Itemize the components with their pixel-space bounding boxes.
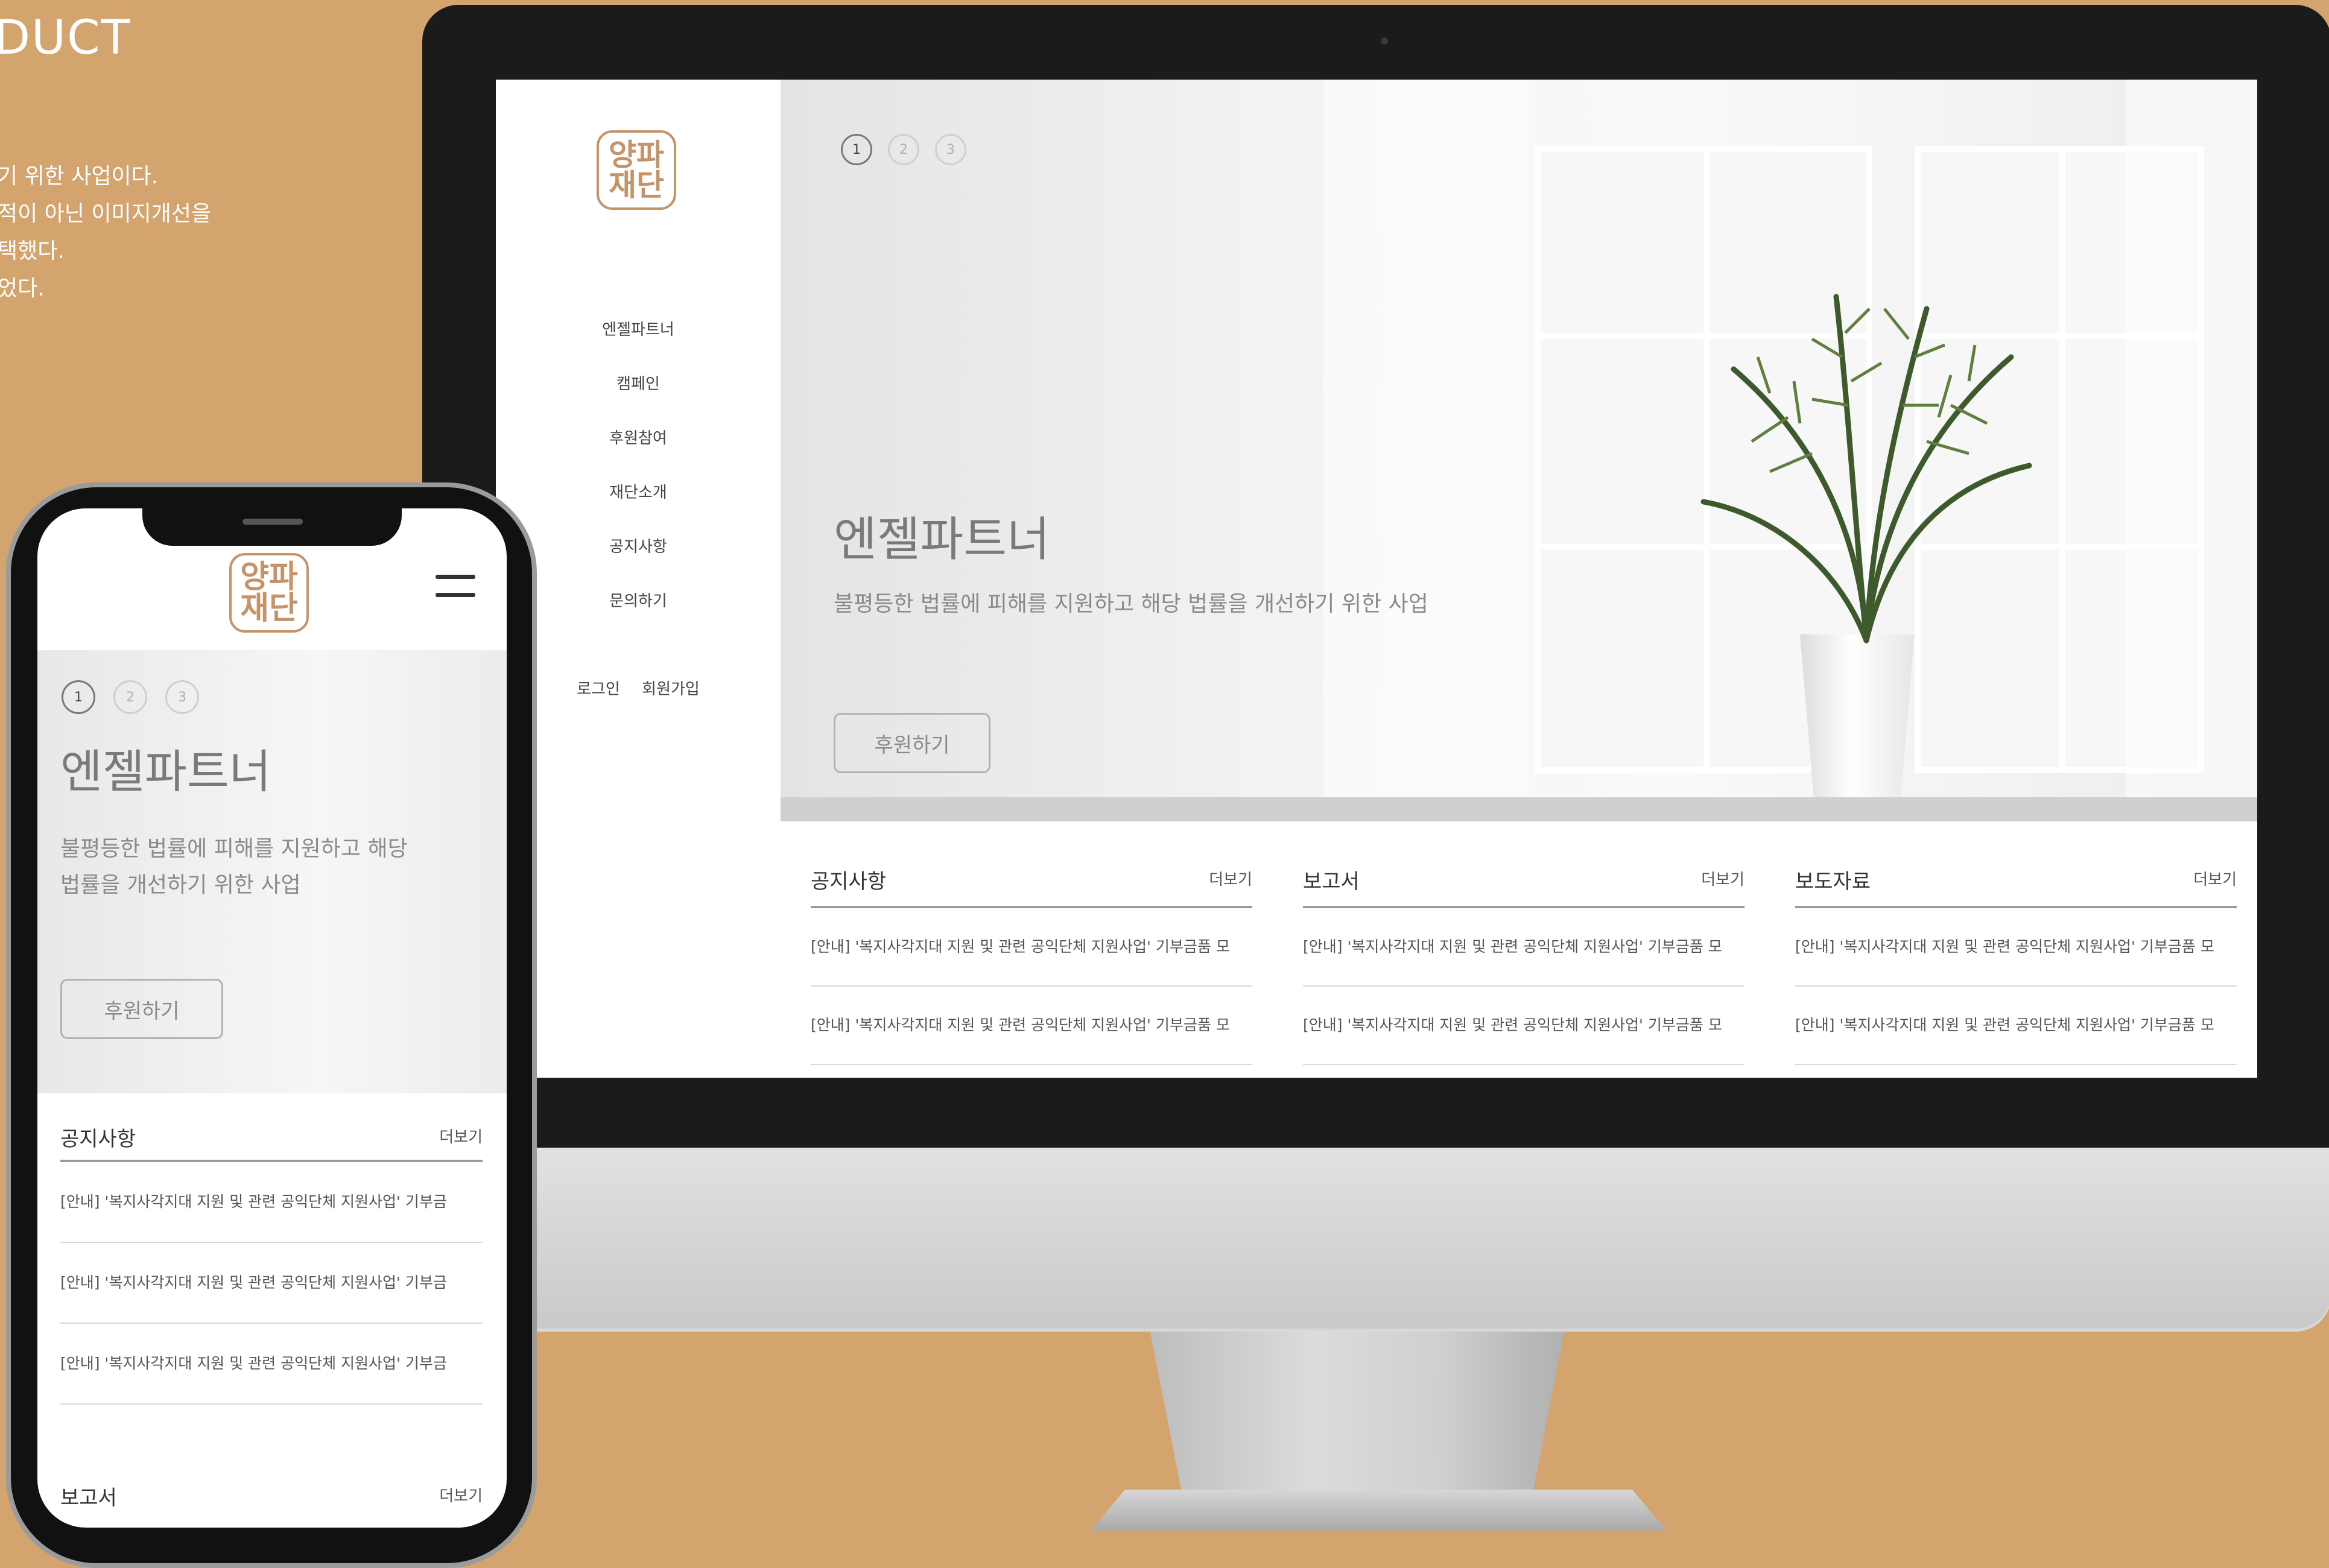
hero-subtitle: 불평등한 법률에 피해를 지원하고 해당 법률을 개선하기 위한 사업 xyxy=(834,592,1428,616)
mobile-hero-banner: 1 2 3 엔젤파트너 불평등한 법률에 피해를 지원하고 해당 법률을 개선하… xyxy=(37,650,507,1093)
list-item[interactable]: [안내] '복지사각지대 지원 및 관련 공익단체 지원사업' 기부금품 모 xyxy=(1795,987,2237,1065)
intro-title: DUCT xyxy=(0,11,132,65)
board-notice: 공지사항 더보기 [안내] '복지사각지대 지원 및 관련 공익단체 지원사업'… xyxy=(811,858,1252,1065)
list-item[interactable]: [안내] '복지사각지대 지원 및 관련 공익단체 지원사업' 기부금품 모 xyxy=(1303,908,1744,987)
nav-item-contact[interactable]: 문의하기 xyxy=(496,574,781,628)
donate-button[interactable]: 후원하기 xyxy=(60,979,223,1039)
imac-chin xyxy=(422,1148,2329,1329)
hero-subtitle-line: 불평등한 법률에 피해를 지원하고 해당 xyxy=(60,836,408,861)
board-header: 보고서 더보기 xyxy=(60,1476,483,1519)
more-link[interactable]: 더보기 xyxy=(1209,867,1252,890)
phone-notch xyxy=(142,508,402,546)
sidebar-nav: 엔젤파트너 캠페인 후원참여 재단소개 공지사항 문의하기 xyxy=(496,303,781,628)
list-item[interactable]: [안내] '복지사각지대 지원 및 관련 공익단체 지원사업' 기부금품 모 xyxy=(1795,908,2237,987)
imac-camera xyxy=(1381,37,1388,45)
board-press: 보도자료 더보기 [안내] '복지사각지대 지원 및 관련 공익단체 지원사업'… xyxy=(1795,858,2237,1065)
more-link[interactable]: 더보기 xyxy=(439,1125,483,1147)
board-title: 공지사항 xyxy=(811,870,887,894)
hero-subtitle: 불평등한 법률에 피해를 지원하고 해당 법률을 개선하기 위한 사업 xyxy=(60,831,483,903)
logo-text-top: 양파 xyxy=(240,559,298,595)
plant-image xyxy=(1700,294,2032,643)
board-header: 보고서 더보기 xyxy=(1303,858,1744,908)
intro-line: 기 위한 사업이다. xyxy=(0,164,159,189)
login-link[interactable]: 로그인 xyxy=(577,680,620,698)
hero-subtitle-line: 법률을 개선하기 위한 사업 xyxy=(60,873,301,897)
phone-screen: 양파 재단 1 2 3 엔젤파트너 불평등한 법률에 피해를 지원하고 해당 법… xyxy=(37,508,507,1528)
mobile-board-notice: 공지사항 더보기 [안내] '복지사각지대 지원 및 관련 공익단체 지원사업'… xyxy=(60,1118,483,1405)
board-header: 보도자료 더보기 xyxy=(1795,858,2237,908)
auth-links: 로그인 회원가입 xyxy=(496,677,781,699)
slide-dot[interactable]: 1 xyxy=(62,680,95,714)
slide-dot[interactable]: 3 xyxy=(935,134,966,165)
nav-item-notice[interactable]: 공지사항 xyxy=(496,520,781,574)
nav-item-angel-partner[interactable]: 엔젤파트너 xyxy=(496,303,781,357)
more-link[interactable]: 더보기 xyxy=(2193,867,2237,890)
list-item[interactable]: [안내] '복지사각지대 지원 및 관련 공익단체 지원사업' 기부금 xyxy=(60,1162,483,1243)
intro-line: 적이 아닌 이미지개선을 xyxy=(0,201,212,226)
sidebar: 양파 재단 엔젤파트너 캠페인 후원참여 재단소개 공지사항 문의하기 로그인 … xyxy=(496,80,781,1078)
board-title: 공지사항 xyxy=(60,1127,136,1151)
intro-line: 택했다. xyxy=(0,239,65,264)
slide-indicator: 1 2 3 xyxy=(62,680,199,714)
foundation-logo[interactable]: 양파 재단 xyxy=(229,553,309,633)
nav-item-about[interactable]: 재단소개 xyxy=(496,466,781,520)
imac-base xyxy=(1091,1490,1667,1531)
more-link[interactable]: 더보기 xyxy=(1701,867,1744,890)
list-item[interactable]: [안내] '복지사각지대 지원 및 관련 공익단체 지원사업' 기부금 xyxy=(60,1324,483,1405)
board-header: 공지사항 더보기 xyxy=(60,1118,483,1162)
mobile-board-report: 보고서 더보기 xyxy=(60,1476,483,1519)
more-link[interactable]: 더보기 xyxy=(439,1484,483,1506)
donate-button[interactable]: 후원하기 xyxy=(834,713,990,773)
board-title: 보고서 xyxy=(60,1486,117,1510)
slide-dot[interactable]: 2 xyxy=(113,680,147,714)
desktop-screen: 양파 재단 엔젤파트너 캠페인 후원참여 재단소개 공지사항 문의하기 로그인 … xyxy=(496,80,2257,1078)
logo-text-bottom: 재단 xyxy=(609,168,664,203)
slide-dot[interactable]: 3 xyxy=(165,680,199,714)
hero-banner: 1 2 3 엔젤파트너 불평등한 법률에 피해를 지원하고 해당 법률을 개선하… xyxy=(781,80,2257,821)
intro-description: 기 위한 사업이다. 적이 아닌 이미지개선을 택했다. 었다. xyxy=(0,158,211,308)
intro-line: 었다. xyxy=(0,276,45,301)
list-item[interactable]: [안내] '복지사각지대 지원 및 관련 공익단체 지원사업' 기부금 xyxy=(60,1243,483,1324)
hero-title: 엔젤파트너 xyxy=(60,745,271,798)
slide-dot[interactable]: 2 xyxy=(888,134,919,165)
hero-curtain xyxy=(1323,80,1529,821)
hamburger-menu-icon[interactable] xyxy=(436,575,475,615)
slide-dot[interactable]: 1 xyxy=(841,134,872,165)
board-header: 공지사항 더보기 xyxy=(811,858,1252,908)
imac-stand xyxy=(1149,1327,1565,1496)
hero-curtain xyxy=(2126,80,2257,821)
list-item[interactable]: [안내] '복지사각지대 지원 및 관련 공익단체 지원사업' 기부금품 모 xyxy=(811,908,1252,987)
list-item[interactable]: [안내] '복지사각지대 지원 및 관련 공익단체 지원사업' 기부금품 모 xyxy=(1303,987,1744,1065)
board-title: 보고서 xyxy=(1303,870,1360,894)
logo-text-bottom: 재단 xyxy=(240,590,298,627)
board-title: 보도자료 xyxy=(1795,870,1871,894)
foundation-logo[interactable]: 양파 재단 xyxy=(597,130,676,210)
signup-link[interactable]: 회원가입 xyxy=(642,680,700,698)
slide-indicator: 1 2 3 xyxy=(841,134,966,165)
nav-item-donate[interactable]: 후원참여 xyxy=(496,411,781,466)
list-item[interactable]: [안내] '복지사각지대 지원 및 관련 공익단체 지원사업' 기부금품 모 xyxy=(811,987,1252,1065)
phone-speaker xyxy=(242,519,303,525)
hero-floor xyxy=(781,797,2257,821)
logo-text-top: 양파 xyxy=(609,138,664,172)
nav-item-campaign[interactable]: 캠페인 xyxy=(496,357,781,411)
hero-title: 엔젤파트너 xyxy=(834,513,1050,567)
plant-pot xyxy=(1800,634,1915,797)
board-report: 보고서 더보기 [안내] '복지사각지대 지원 및 관련 공익단체 지원사업' … xyxy=(1303,858,1744,1065)
